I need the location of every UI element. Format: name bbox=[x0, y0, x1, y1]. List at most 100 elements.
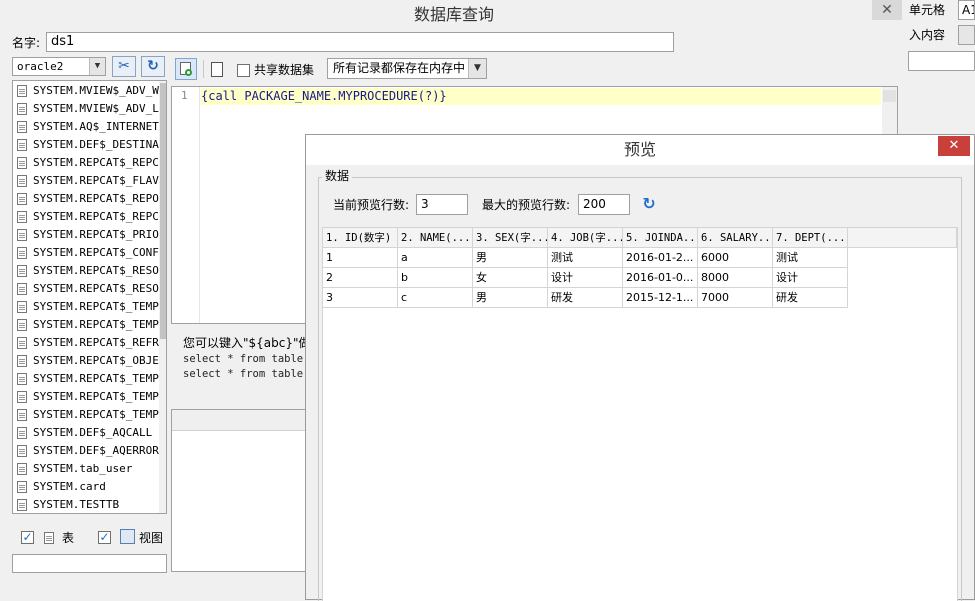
table-cell[interactable]: 设计 bbox=[548, 268, 623, 288]
column-header[interactable]: 3. SEX(字... bbox=[473, 228, 548, 248]
new-file-icon[interactable] bbox=[211, 62, 223, 77]
table-cell[interactable]: 1 bbox=[323, 248, 398, 268]
tree-item[interactable]: SYSTEM.DEF$_AQCALL bbox=[15, 424, 159, 442]
parameters-header bbox=[172, 410, 310, 431]
table-cell[interactable]: 测试 bbox=[773, 248, 848, 268]
table-cell[interactable]: 男 bbox=[473, 248, 548, 268]
preview-close-button[interactable]: ✕ bbox=[938, 136, 970, 156]
table-checkbox[interactable]: ✓ bbox=[21, 531, 34, 544]
table-cell[interactable]: 2 bbox=[323, 268, 398, 288]
table-cell[interactable]: a bbox=[398, 248, 473, 268]
chevron-down-icon[interactable]: ▼ bbox=[468, 59, 486, 78]
tree-item[interactable]: SYSTEM.DEF$_DESTINATI bbox=[15, 136, 159, 154]
table-cell[interactable]: 2016-01-0... bbox=[623, 268, 698, 288]
table-cell[interactable]: 3 bbox=[323, 288, 398, 308]
tree-item[interactable]: SYSTEM.card bbox=[15, 478, 159, 496]
table-cell[interactable]: 研发 bbox=[773, 288, 848, 308]
tree-item[interactable]: SYSTEM.REPCAT$_TEMPLA bbox=[15, 298, 159, 316]
table-icon bbox=[17, 391, 27, 403]
preview-grid[interactable]: 1. ID(数字) 2. NAME(... 3. SEX(字... 4. JOB(字.… bbox=[322, 227, 958, 601]
tree-scroll-thumb[interactable] bbox=[160, 83, 166, 339]
filter-input[interactable] bbox=[12, 554, 167, 573]
table-cell[interactable]: 2015-12-1... bbox=[623, 288, 698, 308]
tree-item-label: SYSTEM.REPCAT$_CONFLI bbox=[33, 246, 159, 259]
table-icon bbox=[17, 103, 27, 115]
table-cell[interactable]: c bbox=[398, 288, 473, 308]
table-cell[interactable]: 女 bbox=[473, 268, 548, 288]
shared-dataset-label: 共享数据集 bbox=[254, 63, 315, 77]
max-rows-input[interactable]: 200 bbox=[578, 194, 630, 215]
tree-item[interactable]: SYSTEM.tab_user bbox=[15, 460, 159, 478]
table-icon bbox=[17, 85, 27, 97]
view-checkbox[interactable]: ✓ bbox=[98, 531, 111, 544]
refresh-icon[interactable]: ↻ bbox=[640, 195, 658, 213]
table-icon bbox=[17, 301, 27, 313]
tools-icon[interactable]: ✂ bbox=[112, 56, 136, 77]
current-rows-input[interactable]: 3 bbox=[416, 194, 468, 215]
table-cell[interactable]: 研发 bbox=[548, 288, 623, 308]
tree-item[interactable]: SYSTEM.REPCAT$_CONFLI bbox=[15, 244, 159, 262]
table-icon bbox=[17, 355, 27, 367]
chevron-down-icon[interactable]: ▼ bbox=[89, 58, 105, 75]
table-icon bbox=[17, 229, 27, 241]
name-input[interactable]: ds1 bbox=[46, 32, 674, 52]
tree-item[interactable]: SYSTEM.REPCAT$_TEMPLA bbox=[15, 370, 159, 388]
content-input[interactable] bbox=[908, 51, 975, 71]
column-header[interactable]: 2. NAME(... bbox=[398, 228, 473, 248]
column-header[interactable]: 1. ID(数字) bbox=[323, 228, 398, 248]
tree-item-label: SYSTEM.DEF$_AQERROR bbox=[33, 444, 159, 457]
tree-item[interactable]: SYSTEM.REPCAT$_REPCAT bbox=[15, 208, 159, 226]
tree-item[interactable]: SYSTEM.REPCAT$_REPCAT bbox=[15, 154, 159, 172]
table-cell[interactable]: 设计 bbox=[773, 268, 848, 288]
table-cell[interactable]: b bbox=[398, 268, 473, 288]
close-button[interactable]: ✕ bbox=[872, 0, 902, 20]
column-header[interactable]: 4. JOB(字... bbox=[548, 228, 623, 248]
table-cell[interactable]: 8000 bbox=[698, 268, 773, 288]
column-header[interactable]: 7. DEPT(... bbox=[773, 228, 848, 248]
connection-select[interactable]: oracle2 ▼ bbox=[12, 57, 106, 76]
parameters-panel[interactable] bbox=[171, 409, 311, 572]
tree-item[interactable]: SYSTEM.REPCAT$_FLAVOR bbox=[15, 172, 159, 190]
tree-item[interactable]: SYSTEM.REPCAT$_RESOLU bbox=[15, 280, 159, 298]
tree-item[interactable]: SYSTEM.TESTTB bbox=[15, 496, 159, 513]
table-icon bbox=[17, 445, 27, 457]
table-icon bbox=[17, 427, 27, 439]
insert-content-label: 入内容 bbox=[909, 28, 946, 42]
preview-icon[interactable] bbox=[175, 58, 197, 80]
memory-mode-select[interactable]: 所有记录都保存在内存中 ▼ bbox=[327, 58, 487, 79]
table-tree[interactable]: SYSTEM.MVIEW$_ADV_WO SYSTEM.MVIEW$_ADV_LO… bbox=[12, 80, 167, 514]
table-cell[interactable]: 2016-01-2... bbox=[623, 248, 698, 268]
connection-value: oracle2 bbox=[17, 60, 64, 73]
insert-content-button[interactable] bbox=[958, 25, 975, 45]
tree-item[interactable]: SYSTEM.REPCAT$_REFRES bbox=[15, 334, 159, 352]
tree-item[interactable]: SYSTEM.REPCAT$_REPOB bbox=[15, 190, 159, 208]
cell-input[interactable]: A1 bbox=[958, 0, 975, 20]
tree-item[interactable]: SYSTEM.REPCAT$_PRIORI bbox=[15, 226, 159, 244]
table-cell[interactable]: 男 bbox=[473, 288, 548, 308]
toolbar-divider bbox=[203, 60, 204, 78]
refresh-icon[interactable]: ↻ bbox=[141, 56, 165, 77]
tree-item-label: SYSTEM.MVIEW$_ADV_WO bbox=[33, 84, 159, 97]
table-cell[interactable]: 7000 bbox=[698, 288, 773, 308]
tree-item[interactable]: SYSTEM.REPCAT$_TEMPLA bbox=[15, 406, 159, 424]
table-icon bbox=[17, 337, 27, 349]
tree-item[interactable]: SYSTEM.MVIEW$_ADV_WO bbox=[15, 82, 159, 100]
dialog-title: 数据库查询 bbox=[413, 5, 494, 24]
column-header[interactable]: 6. SALARY... bbox=[698, 228, 773, 248]
tree-item[interactable]: SYSTEM.REPCAT$_RESOLU bbox=[15, 262, 159, 280]
tree-scrollbar[interactable] bbox=[159, 81, 166, 513]
tree-item[interactable]: SYSTEM.REPCAT$_TEMPLA bbox=[15, 388, 159, 406]
shared-dataset-checkbox[interactable] bbox=[237, 64, 250, 77]
tree-item[interactable]: SYSTEM.REPCAT$_TEMPLA bbox=[15, 316, 159, 334]
tree-item[interactable]: SYSTEM.REPCAT$_OBJECT bbox=[15, 352, 159, 370]
tree-item[interactable]: SYSTEM.MVIEW$_ADV_LO bbox=[15, 100, 159, 118]
tree-item[interactable]: SYSTEM.AQ$_INTERNET_A bbox=[15, 118, 159, 136]
tree-item-label: SYSTEM.REPCAT$_OBJECT bbox=[33, 354, 159, 367]
table-cell[interactable]: 测试 bbox=[548, 248, 623, 268]
tree-item[interactable]: SYSTEM.DEF$_AQERROR bbox=[15, 442, 159, 460]
column-header[interactable]: 5. JOINDA... bbox=[623, 228, 698, 248]
data-group-label: 数据 bbox=[322, 168, 353, 184]
table-icon bbox=[17, 121, 27, 133]
table-cell[interactable]: 6000 bbox=[698, 248, 773, 268]
sql-text[interactable]: {call PACKAGE_NAME.MYPROCEDURE(?)} bbox=[201, 88, 881, 105]
